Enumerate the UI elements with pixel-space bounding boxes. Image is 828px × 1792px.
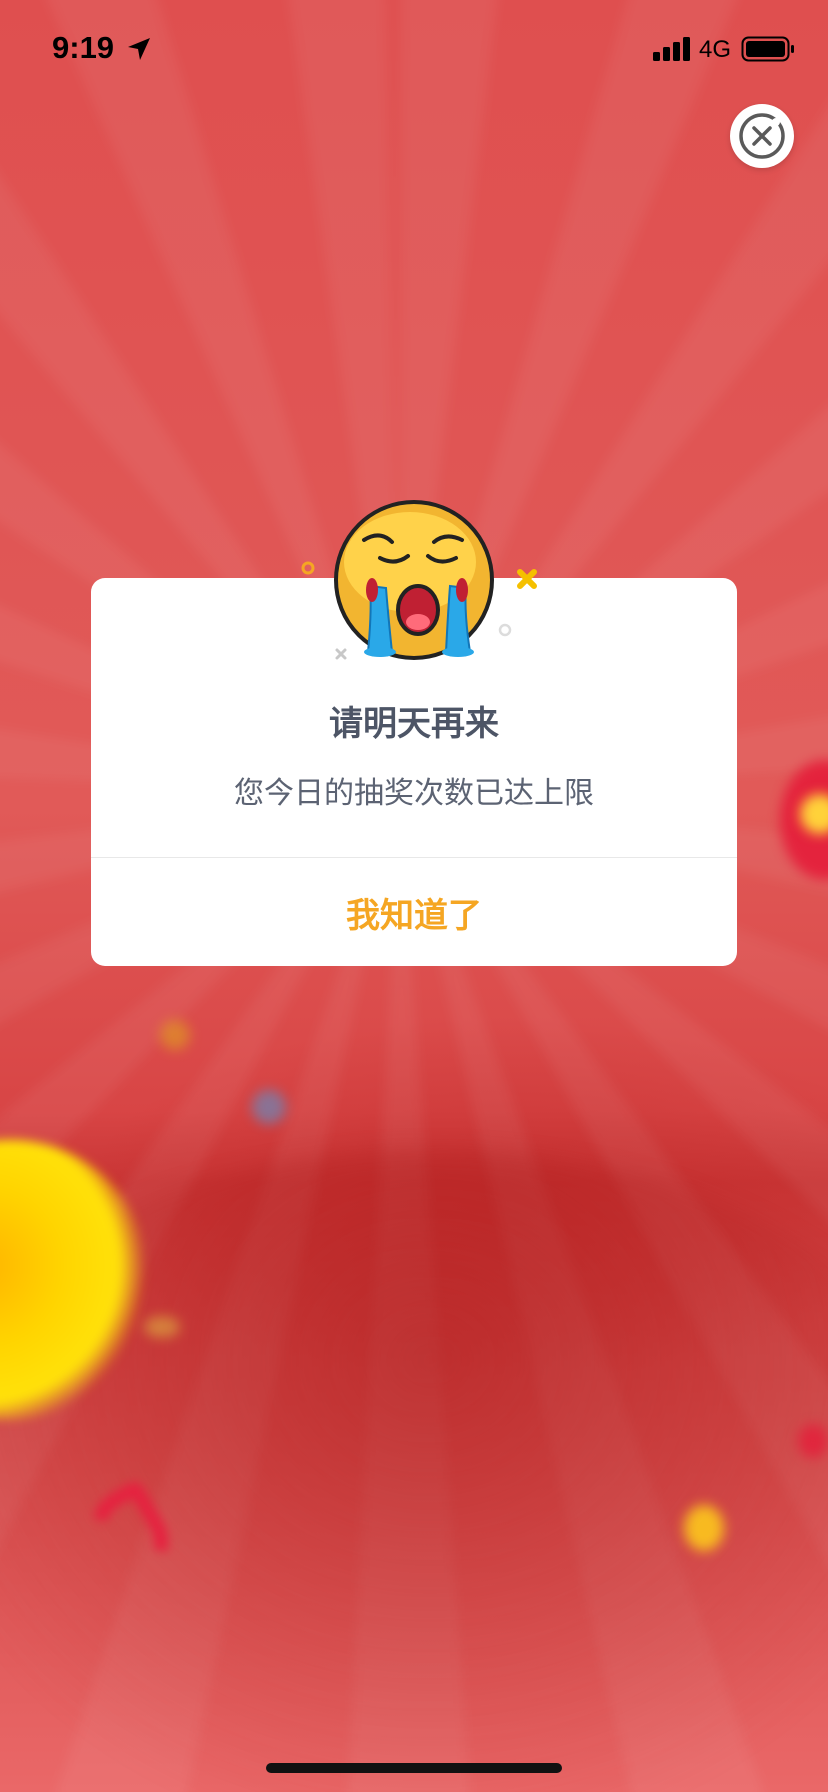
status-bar: 9:19 4G: [0, 0, 828, 100]
blue-dot-decoration: [252, 1090, 286, 1124]
confirm-button[interactable]: 我知道了: [91, 858, 737, 966]
network-label: 4G: [699, 36, 732, 63]
cellular-signal-icon: [653, 37, 690, 61]
dialog-title: 请明天再来: [329, 704, 499, 744]
yellow-dash-decoration: [144, 1316, 180, 1338]
gold-dot-decoration: [160, 1020, 190, 1050]
battery-icon: [741, 36, 794, 62]
close-button[interactable]: [730, 104, 794, 168]
dialog-message: 您今日的抽奖次数已达上限: [234, 776, 594, 811]
location-arrow-icon: [128, 38, 150, 60]
yellow-dot-decoration: [684, 1505, 724, 1551]
home-indicator: [266, 1763, 562, 1773]
crying-face-icon: [301, 500, 537, 660]
red-dot-decoration: [798, 1424, 828, 1458]
status-time: 9:19: [52, 30, 115, 65]
close-icon: [739, 113, 785, 159]
